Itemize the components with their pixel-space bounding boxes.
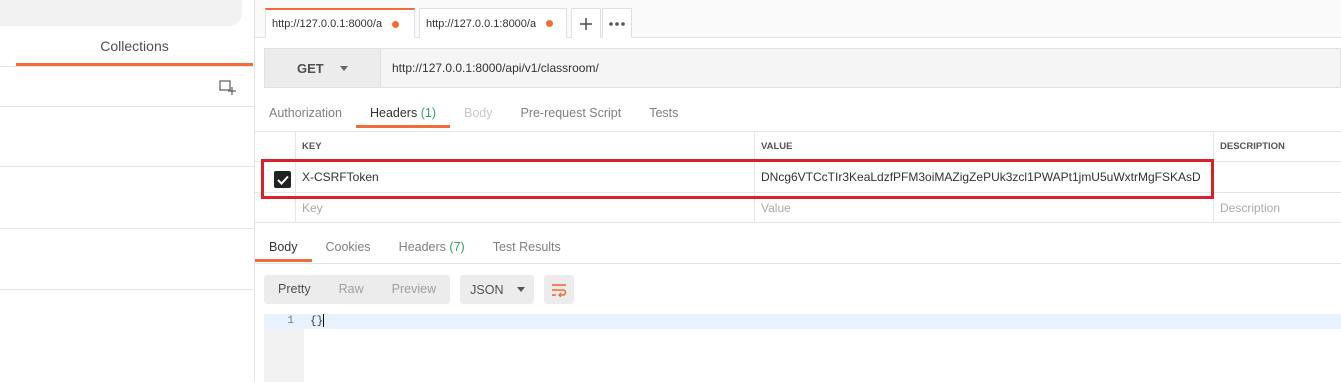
tab-body[interactable]: Body bbox=[450, 98, 507, 128]
tab-prerequest-script[interactable]: Pre-request Script bbox=[506, 98, 635, 128]
code-line: {} bbox=[310, 314, 325, 329]
format-label: JSON bbox=[470, 282, 504, 297]
text-cursor bbox=[323, 314, 325, 327]
divider bbox=[0, 166, 255, 167]
tab-test-results[interactable]: Test Results bbox=[479, 232, 575, 262]
line-number: 1 bbox=[287, 315, 294, 327]
tab-cookies[interactable]: Cookies bbox=[312, 232, 385, 262]
new-collection-icon[interactable] bbox=[218, 78, 236, 96]
tab-response-headers[interactable]: Headers (7) bbox=[385, 232, 479, 262]
wrap-icon bbox=[552, 283, 567, 297]
tab-collections[interactable]: Collections bbox=[16, 38, 253, 66]
ellipsis-icon bbox=[609, 21, 625, 26]
response-headers-count: (7) bbox=[449, 240, 465, 254]
raw-button[interactable]: Raw bbox=[325, 275, 378, 304]
tab-headers-label: Headers bbox=[369, 106, 418, 120]
wrap-lines-button[interactable] bbox=[544, 275, 575, 304]
method-label: GET bbox=[297, 60, 324, 76]
sidebar: Collections bbox=[0, 0, 255, 382]
column-header-value: VALUE bbox=[754, 132, 1213, 161]
column-header-key: KEY bbox=[295, 132, 754, 161]
view-mode-group: Pretty Raw Preview bbox=[264, 275, 451, 304]
request-tab-label: http://127.0.0.1:8000/a bbox=[426, 17, 537, 30]
tab-headers[interactable]: Headers (1) bbox=[355, 98, 450, 128]
tab-response-headers-label: Headers bbox=[398, 240, 446, 254]
code-content: {} bbox=[310, 315, 324, 328]
chevron-down-icon bbox=[517, 287, 526, 292]
more-tabs-button[interactable] bbox=[602, 8, 632, 38]
format-select[interactable]: JSON bbox=[460, 275, 535, 304]
header-description-input[interactable] bbox=[1213, 162, 1341, 192]
method-select[interactable]: GET bbox=[265, 49, 381, 87]
divider bbox=[0, 106, 255, 107]
request-tab[interactable]: http://127.0.0.1:8000/a bbox=[265, 8, 415, 38]
request-tabs-bar: http://127.0.0.1:8000/a http://127.0.0.1… bbox=[255, 0, 1341, 38]
response-editor[interactable]: 1 {} bbox=[264, 314, 1341, 382]
headers-count: (1) bbox=[420, 106, 436, 120]
response-tabs: Body Cookies Headers (7) Test Results bbox=[255, 232, 1341, 264]
pretty-button[interactable]: Pretty bbox=[264, 275, 325, 304]
chevron-down-icon bbox=[339, 65, 348, 71]
highlight-annotation-box bbox=[261, 159, 1214, 199]
url-input[interactable]: http://127.0.0.1:8000/api/v1/classroom/ bbox=[382, 49, 1340, 87]
request-tab[interactable]: http://127.0.0.1:8000/a bbox=[419, 8, 567, 38]
url-text: http://127.0.0.1:8000/api/v1/classroom/ bbox=[392, 61, 599, 75]
preview-button[interactable]: Preview bbox=[378, 275, 450, 304]
column-header-description: DESCRIPTION bbox=[1213, 132, 1341, 161]
request-tab-label: http://127.0.0.1:8000/a bbox=[272, 18, 383, 30]
tab-response-body[interactable]: Body bbox=[255, 232, 312, 262]
sidebar-search-field[interactable] bbox=[0, 0, 242, 26]
table-header-row: KEY VALUE DESCRIPTION bbox=[255, 132, 1341, 162]
tab-tests[interactable]: Tests bbox=[635, 98, 692, 128]
divider bbox=[0, 228, 255, 229]
tab-authorization[interactable]: Authorization bbox=[255, 98, 356, 128]
active-line bbox=[264, 314, 1341, 329]
request-subtabs: Authorization Headers (1) Body Pre-reque… bbox=[255, 98, 692, 128]
url-bar: GET http://127.0.0.1:8000/api/v1/classro… bbox=[264, 48, 1341, 88]
plus-icon bbox=[580, 17, 592, 30]
new-description-input[interactable]: Description bbox=[1213, 193, 1341, 222]
divider bbox=[0, 289, 255, 290]
divider bbox=[0, 66, 255, 67]
response-toolbar: Pretty Raw Preview JSON bbox=[264, 275, 575, 304]
unsaved-dot-icon bbox=[546, 20, 554, 27]
unsaved-dot-icon bbox=[392, 20, 400, 28]
new-tab-button[interactable] bbox=[571, 8, 601, 38]
